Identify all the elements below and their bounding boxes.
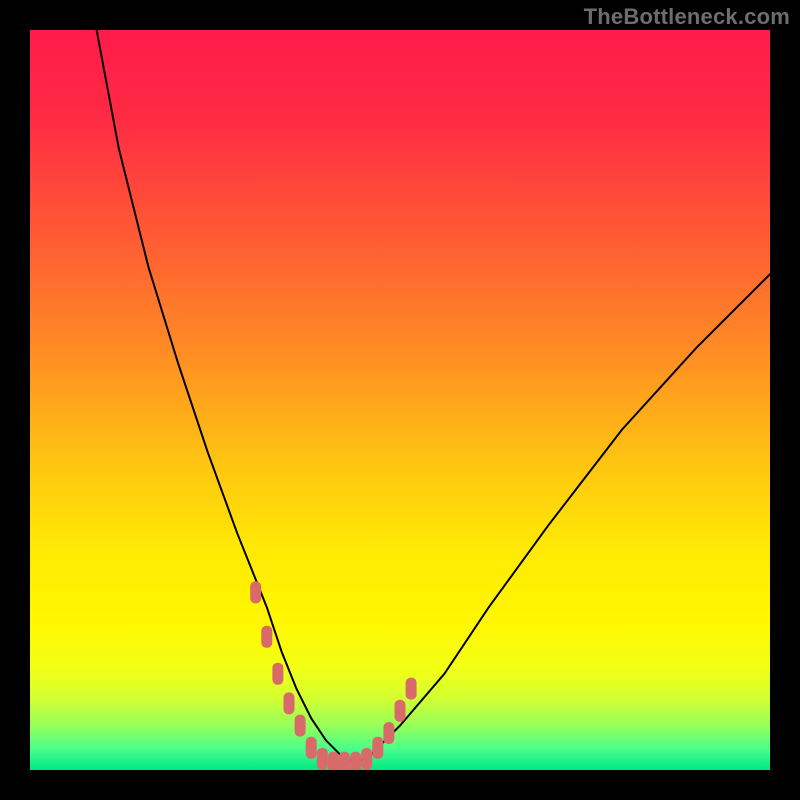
curve-marker (295, 715, 306, 737)
chart-frame: TheBottleneck.com (0, 0, 800, 800)
curve-marker (250, 581, 261, 603)
chart-svg (30, 30, 770, 770)
curve-marker (306, 737, 317, 759)
curve-marker (395, 700, 406, 722)
curve-marker (272, 663, 283, 685)
curve-marker (261, 626, 272, 648)
curve-marker (350, 752, 361, 770)
gradient-panel (30, 30, 770, 770)
curve-marker (328, 752, 339, 770)
curve-marker (339, 752, 350, 770)
curve-marker (372, 737, 383, 759)
curve-marker (383, 722, 394, 744)
watermark-text: TheBottleneck.com (584, 4, 790, 30)
curve-marker (406, 678, 417, 700)
curve-marker (317, 748, 328, 770)
curve-marker (361, 748, 372, 770)
curve-marker (284, 692, 295, 714)
plot-area (30, 30, 770, 770)
